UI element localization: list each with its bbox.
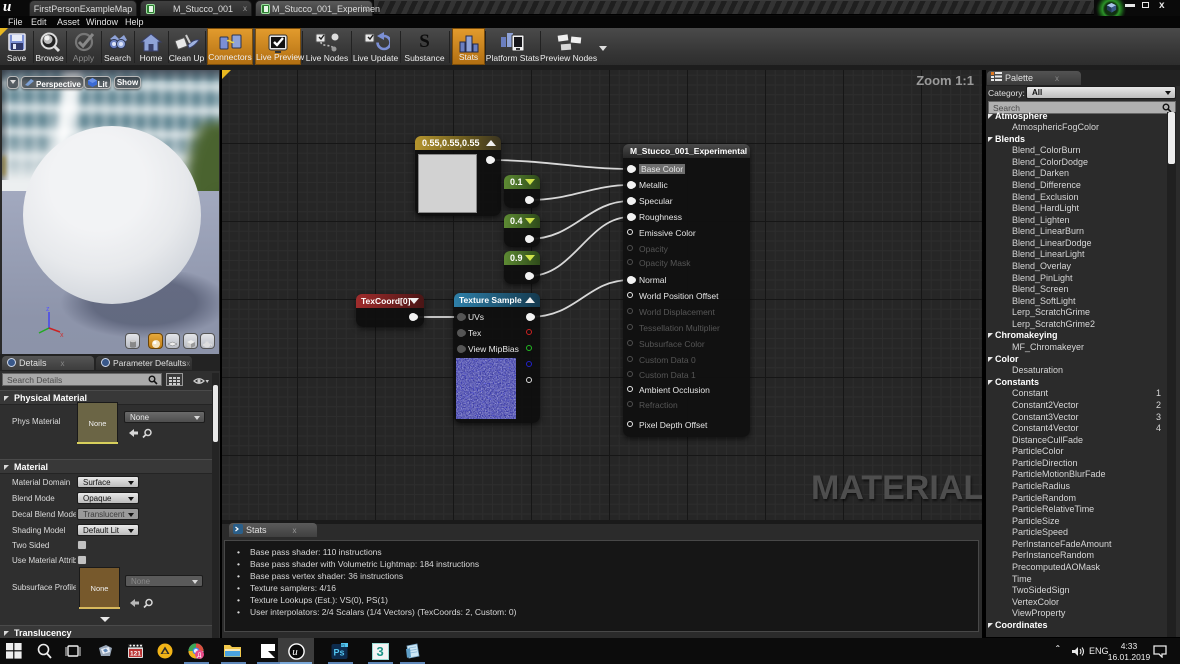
svg-text:Ps: Ps [334, 648, 345, 658]
svg-text:3: 3 [377, 644, 384, 659]
svg-text:Д: Д [197, 653, 201, 659]
svg-text:Ps: Ps [342, 643, 346, 647]
svg-text:121: 121 [130, 651, 141, 658]
svg-text:u: u [292, 646, 298, 658]
svg-text:x: x [60, 332, 64, 338]
svg-text:z: z [46, 306, 50, 313]
